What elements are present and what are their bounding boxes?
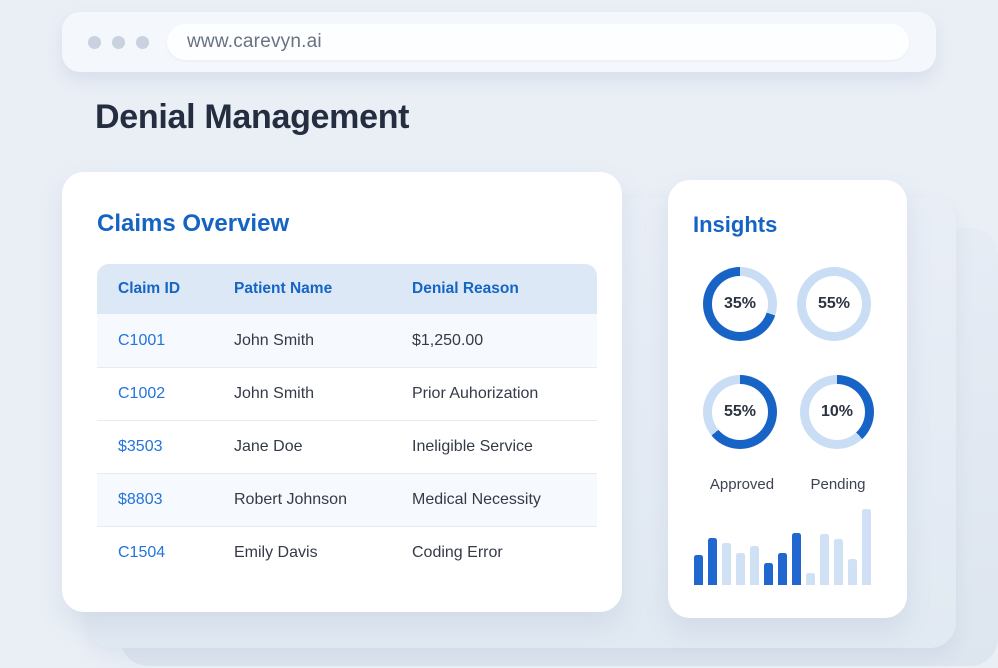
claims-overview-card: Claims Overview Claim ID Patient Name De… bbox=[62, 172, 622, 612]
bar bbox=[736, 553, 745, 585]
bar bbox=[792, 533, 801, 585]
donut-percent-label: 10% bbox=[821, 403, 853, 421]
patient-name-cell: Jane Doe bbox=[234, 438, 412, 456]
patient-name-cell: John Smith bbox=[234, 385, 412, 403]
column-header-denial-reason: Denial Reason bbox=[412, 280, 597, 298]
window-control-dot[interactable] bbox=[88, 36, 101, 49]
claims-table: Claim ID Patient Name Denial Reason C100… bbox=[97, 264, 597, 579]
page-title: Denial Management bbox=[95, 98, 409, 137]
bar-chart bbox=[694, 505, 871, 585]
table-row[interactable]: C1001John Smith$1,250.00 bbox=[97, 314, 597, 367]
pending-label: Pending bbox=[810, 476, 865, 493]
denial-reason-cell: $1,250.00 bbox=[412, 332, 597, 350]
bar bbox=[708, 538, 717, 585]
donut-chart-2: 55% bbox=[797, 267, 871, 341]
table-row[interactable]: $8803Robert JohnsonMedical Necessity bbox=[97, 473, 597, 526]
bar bbox=[722, 543, 731, 585]
denial-reason-cell: Coding Error bbox=[412, 544, 597, 562]
donut-chart-approved: 55% bbox=[703, 375, 777, 449]
column-header-patient-name: Patient Name bbox=[234, 280, 412, 298]
column-header-claim-id: Claim ID bbox=[97, 280, 234, 298]
insights-heading: Insights bbox=[693, 212, 777, 238]
bar bbox=[778, 553, 787, 585]
bar bbox=[806, 573, 815, 585]
donut-percent-label: 55% bbox=[724, 403, 756, 421]
claims-overview-heading: Claims Overview bbox=[97, 210, 289, 238]
patient-name-cell: Robert Johnson bbox=[234, 491, 412, 509]
bar bbox=[834, 539, 843, 585]
browser-bar: www.carevyn.ai bbox=[62, 12, 936, 72]
denial-reason-cell: Prior Auhorization bbox=[412, 385, 597, 403]
denial-reason-cell: Ineligible Service bbox=[412, 438, 597, 456]
donut-percent-label: 35% bbox=[724, 295, 756, 313]
url-bar[interactable]: www.carevyn.ai bbox=[167, 24, 909, 60]
denial-reason-cell: Medical Necessity bbox=[412, 491, 597, 509]
patient-name-cell: Emily Davis bbox=[234, 544, 412, 562]
window-controls bbox=[88, 36, 149, 49]
window-control-dot[interactable] bbox=[112, 36, 125, 49]
window-control-dot[interactable] bbox=[136, 36, 149, 49]
bar bbox=[750, 546, 759, 585]
bar bbox=[862, 509, 871, 585]
bar bbox=[820, 534, 829, 585]
page: www.carevyn.ai Denial Management Claims … bbox=[0, 0, 998, 668]
table-row[interactable]: C1504Emily DavisCoding Error bbox=[97, 526, 597, 579]
donut-percent-label: 55% bbox=[818, 295, 850, 313]
table-row[interactable]: $3503Jane DoeIneligible Service bbox=[97, 420, 597, 473]
donut-chart-pending: 10% bbox=[800, 375, 874, 449]
claims-table-body: C1001John Smith$1,250.00C1002John SmithP… bbox=[97, 314, 597, 579]
bar bbox=[764, 563, 773, 585]
insights-card: Insights 35% 55% 55% 10% Approved Pendin… bbox=[668, 180, 907, 618]
claim-id-link[interactable]: C1504 bbox=[97, 544, 234, 562]
table-row[interactable]: C1002John SmithPrior Auhorization bbox=[97, 367, 597, 420]
url-text: www.carevyn.ai bbox=[187, 31, 322, 53]
patient-name-cell: John Smith bbox=[234, 332, 412, 350]
bar bbox=[694, 555, 703, 585]
donut-chart-1: 35% bbox=[703, 267, 777, 341]
claim-id-link[interactable]: $8803 bbox=[97, 491, 234, 509]
claim-id-link[interactable]: C1002 bbox=[97, 385, 234, 403]
approved-label: Approved bbox=[710, 476, 774, 493]
claims-table-header: Claim ID Patient Name Denial Reason bbox=[97, 264, 597, 314]
bar bbox=[848, 559, 857, 585]
claim-id-link[interactable]: C1001 bbox=[97, 332, 234, 350]
claim-id-link[interactable]: $3503 bbox=[97, 438, 234, 456]
